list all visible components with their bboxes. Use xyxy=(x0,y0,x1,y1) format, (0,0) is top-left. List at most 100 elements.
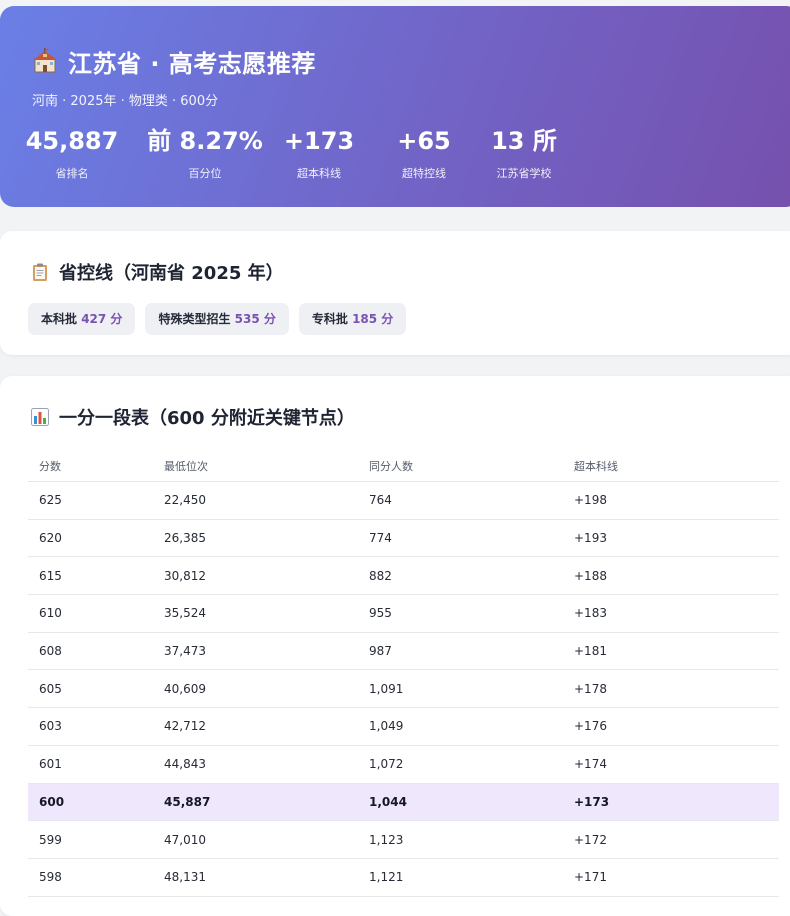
cell-score: 605 xyxy=(39,681,62,696)
stat-percentile: 前 8.27% 百分位 xyxy=(131,127,279,181)
table-row: 615 30,812 882 +188 xyxy=(28,557,779,596)
cell-same-score-count: 1,123 xyxy=(369,832,404,847)
table-row: 620 26,385 774 +193 xyxy=(28,520,779,558)
cell-min-rank: 48,131 xyxy=(164,870,206,885)
cell-over-line: +181 xyxy=(574,644,607,659)
score-table: 分数 最低位次 同分人数 超本科线 625 22,450 764 +198 620 26,… xyxy=(28,450,779,897)
cell-min-rank: 30,812 xyxy=(164,568,206,583)
stat-label: 超特控线 xyxy=(402,167,446,180)
cell-over-line: +172 xyxy=(574,832,607,847)
cell-min-rank: 40,609 xyxy=(164,681,206,696)
cell-min-rank: 47,010 xyxy=(164,832,206,847)
stat-value: +65 xyxy=(397,127,451,155)
stat-value: +173 xyxy=(283,127,355,155)
cell-score: 625 xyxy=(39,493,62,508)
stat-value: 45,887 xyxy=(25,127,119,155)
stat-value: 前 8.27% xyxy=(147,127,263,155)
school-icon xyxy=(33,48,57,73)
table-header-row: 分数 最低位次 同分人数 超本科线 xyxy=(28,450,779,482)
table-row: 601 44,843 1,072 +174 xyxy=(28,746,779,784)
table-row: 605 40,609 1,091 +178 xyxy=(28,670,779,709)
table-body: 625 22,450 764 +198 620 26,385 774 +193 615 30,81… xyxy=(28,482,779,897)
control-line-undergrad: 本科批 427 分 xyxy=(28,303,136,335)
cell-min-rank: 22,450 xyxy=(164,493,206,508)
stat-rank: 45,887 省排名 xyxy=(26,127,119,181)
table-row: 599 47,010 1,123 +172 xyxy=(28,821,779,859)
control-lines-card: 省控线（河南省 2025 年） 本科批 427 分 特殊类型招生 535 分 专… xyxy=(0,231,790,355)
cell-score: 620 xyxy=(39,531,62,546)
cell-same-score-count: 1,091 xyxy=(369,681,404,696)
cell-score: 598 xyxy=(39,870,62,885)
stat-label: 百分位 xyxy=(188,167,222,180)
stat-label: 省排名 xyxy=(55,167,89,180)
control-line-name: 特殊类型招生 xyxy=(158,312,231,326)
stat-label: 超本科线 xyxy=(297,167,341,180)
control-line-name: 专科批 xyxy=(311,312,348,326)
cell-over-line: +176 xyxy=(574,719,607,734)
control-line-score: 427 分 xyxy=(81,312,123,326)
cell-min-rank: 42,712 xyxy=(164,719,206,734)
cell-same-score-count: 987 xyxy=(369,644,392,659)
table-row: 610 35,524 955 +183 xyxy=(28,595,779,633)
cell-same-score-count: 955 xyxy=(369,606,392,621)
stat-over-special-line: +65 超特控线 xyxy=(384,127,464,181)
cell-same-score-count: 774 xyxy=(369,531,392,546)
cell-min-rank: 26,385 xyxy=(164,531,206,546)
score-table-title-text: 一分一段表（600 分附近关键节点） xyxy=(59,408,355,429)
cell-min-rank: 37,473 xyxy=(164,644,206,659)
cell-over-line: +183 xyxy=(574,606,607,621)
cell-over-line: +173 xyxy=(574,794,610,809)
cell-same-score-count: 1,121 xyxy=(369,870,404,885)
cell-score: 599 xyxy=(39,832,62,847)
stat-value: 13 所 xyxy=(491,127,557,155)
cell-min-rank: 35,524 xyxy=(164,606,206,621)
control-line-score: 185 分 xyxy=(352,312,394,326)
control-line-score: 535 分 xyxy=(234,312,276,326)
hero-banner: 江苏省 · 高考志愿推荐 河南 · 2025年 · 物理类 · 600分 45,… xyxy=(0,6,790,207)
cell-score: 603 xyxy=(39,719,62,734)
stat-label: 江苏省学校 xyxy=(496,167,552,180)
cell-over-line: +193 xyxy=(574,531,607,546)
cell-over-line: +188 xyxy=(574,568,607,583)
cell-over-line: +171 xyxy=(574,870,607,885)
control-lines-title: 省控线（河南省 2025 年） xyxy=(31,259,790,285)
control-lines-list: 本科批 427 分 特殊类型招生 535 分 专科批 185 分 xyxy=(28,303,790,335)
cell-min-rank: 44,843 xyxy=(164,757,206,772)
cell-min-rank: 45,887 xyxy=(164,794,211,809)
column-header-same-score-count: 同分人数 xyxy=(369,459,413,473)
cell-score: 608 xyxy=(39,644,62,659)
table-row: 625 22,450 764 +198 xyxy=(28,482,779,520)
cell-score: 615 xyxy=(39,568,62,583)
cell-score: 610 xyxy=(39,606,62,621)
stat-over-undergrad-line: +173 超本科线 xyxy=(279,127,359,181)
cell-over-line: +198 xyxy=(574,493,607,508)
cell-same-score-count: 764 xyxy=(369,493,392,508)
bar-chart-icon xyxy=(31,408,49,426)
cell-same-score-count: 1,049 xyxy=(369,719,404,734)
control-line-vocational: 专科批 185 分 xyxy=(298,303,407,335)
column-header-over-line: 超本科线 xyxy=(574,459,618,473)
control-line-special: 特殊类型招生 535 分 xyxy=(145,303,289,335)
cell-same-score-count: 1,072 xyxy=(369,757,404,772)
table-row: 598 48,131 1,121 +171 xyxy=(28,859,779,897)
control-line-name: 本科批 xyxy=(41,312,78,326)
stat-school-count: 13 所 江苏省学校 xyxy=(484,127,564,181)
cell-over-line: +174 xyxy=(574,757,607,772)
column-header-score: 分数 xyxy=(39,459,61,473)
score-table-title: 一分一段表（600 分附近关键节点） xyxy=(31,404,790,430)
table-row: 603 42,712 1,049 +176 xyxy=(28,708,779,746)
cell-same-score-count: 1,044 xyxy=(369,794,407,809)
hero-title-text: 江苏省 · 高考志愿推荐 xyxy=(68,49,316,78)
stats-row: 45,887 省排名 前 8.27% 百分位 +173 超本科线 +65 超特控… xyxy=(26,127,790,181)
score-table-card: 一分一段表（600 分附近关键节点） 分数 最低位次 同分人数 超本科线 625… xyxy=(0,376,790,916)
cell-same-score-count: 882 xyxy=(369,568,392,583)
clipboard-icon xyxy=(33,263,47,281)
table-row-current: 600 45,887 1,044 +173 xyxy=(28,783,779,822)
control-lines-title-text: 省控线（河南省 2025 年） xyxy=(59,263,284,284)
hero-subtitle: 河南 · 2025年 · 物理类 · 600分 xyxy=(32,94,219,109)
cell-over-line: +178 xyxy=(574,681,607,696)
page-title: 江苏省 · 高考志愿推荐 xyxy=(32,46,790,78)
cell-score: 601 xyxy=(39,757,62,772)
column-header-min-rank: 最低位次 xyxy=(164,459,208,473)
table-row: 608 37,473 987 +181 xyxy=(28,633,779,671)
